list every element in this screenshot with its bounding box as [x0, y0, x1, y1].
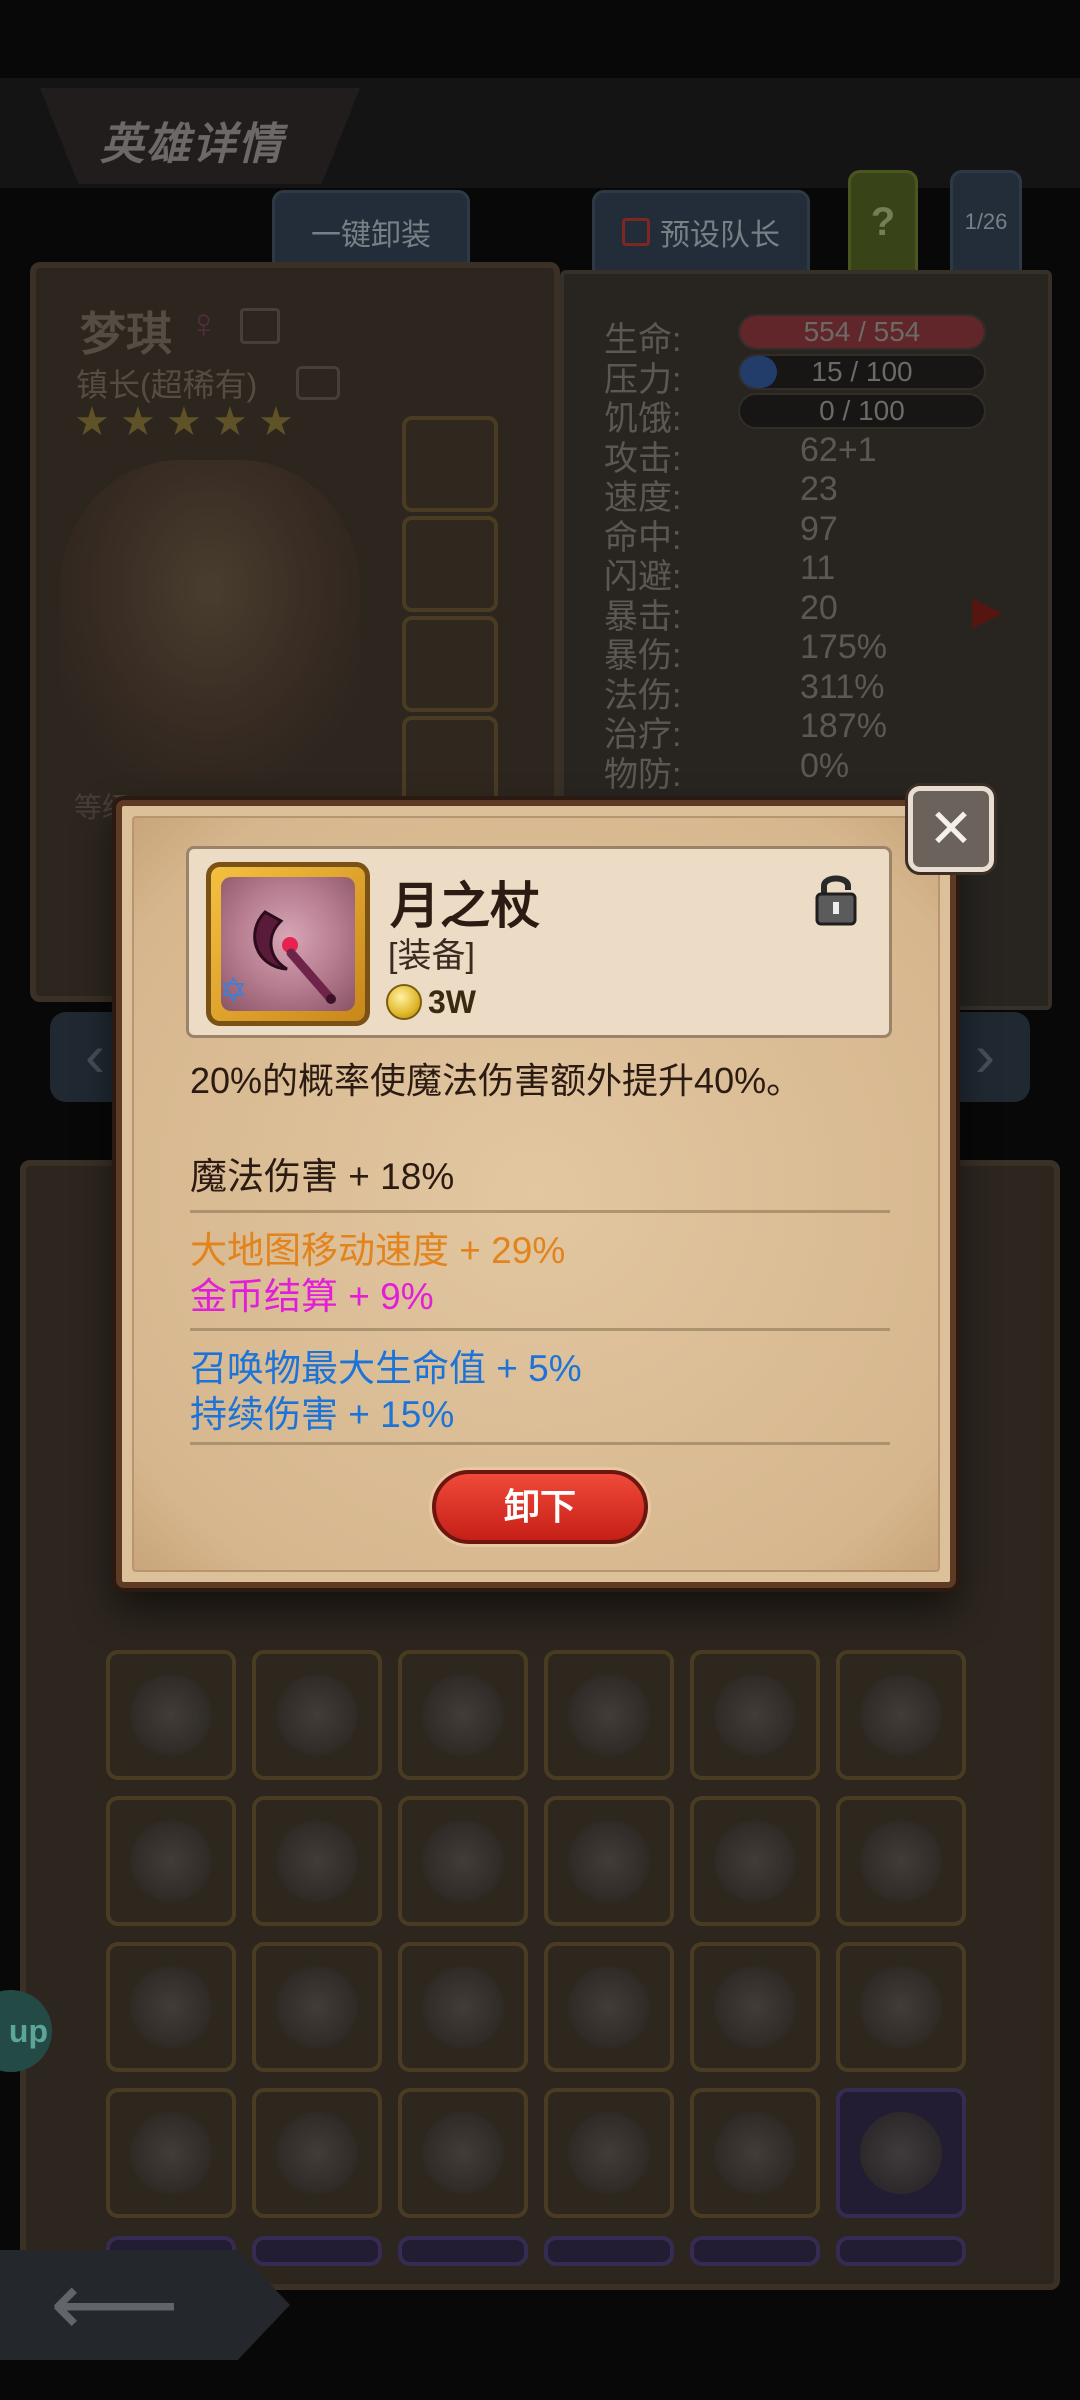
close-icon[interactable]: ✕ — [908, 786, 994, 872]
divider — [190, 1210, 890, 1213]
staff-graphic — [253, 910, 336, 1004]
unequip-button[interactable]: 卸下 — [432, 1470, 648, 1544]
lock-open-icon[interactable] — [814, 870, 858, 928]
star-of-david-icon: ✡ — [219, 972, 248, 1010]
divider — [190, 1328, 890, 1331]
bonus-stat-magenta: 金币结算 + 9% — [190, 1276, 434, 1317]
item-type: [装备] — [388, 937, 475, 975]
item-price: 3W — [428, 984, 476, 1020]
bonus-stat-blue: 持续伤害 + 15% — [190, 1394, 455, 1435]
moon-staff-icon: ✡ — [206, 862, 370, 1026]
coin-icon — [386, 984, 422, 1020]
item-description: 20%的概率使魔法伤害额外提升40%。 — [190, 1060, 803, 1101]
base-stat: 魔法伤害 + 18% — [190, 1156, 455, 1197]
divider — [190, 1442, 890, 1445]
